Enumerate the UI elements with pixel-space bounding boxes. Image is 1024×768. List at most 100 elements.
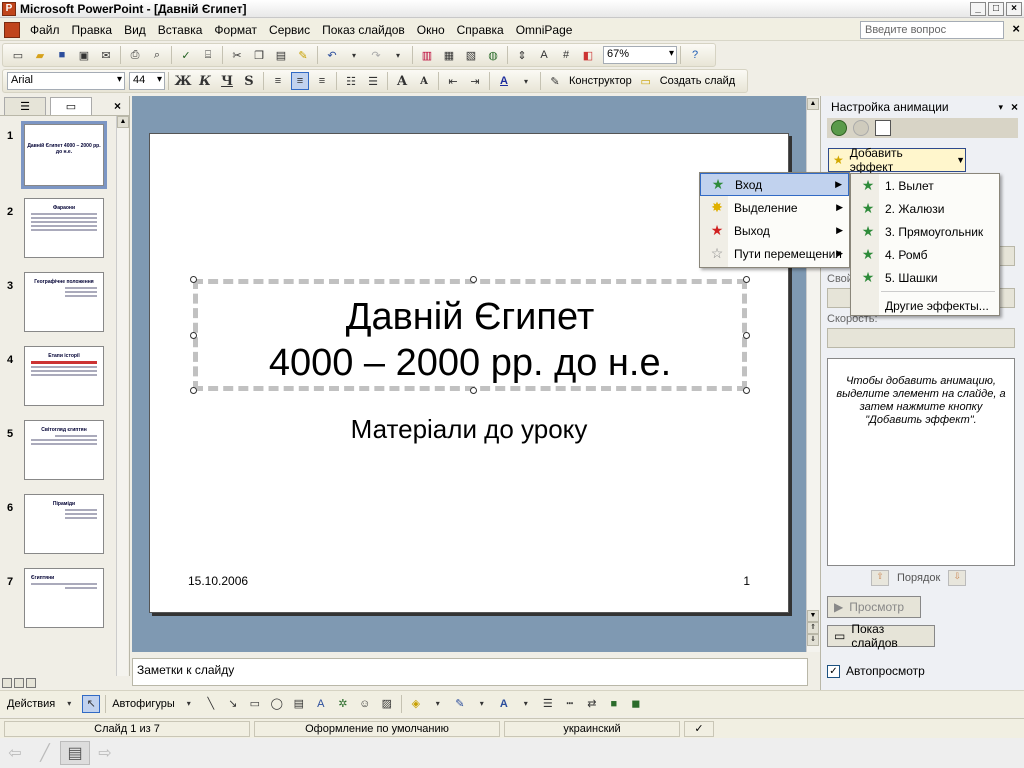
- autopreview-row[interactable]: ✓ Автопросмотр: [827, 664, 925, 678]
- preview-button[interactable]: ▶ Просмотр: [827, 596, 921, 618]
- minimize-button[interactable]: _: [970, 1, 986, 16]
- forward-arrow-icon[interactable]: ⇨: [90, 741, 120, 765]
- slideshow-button[interactable]: ▭ Показ слайдов: [827, 622, 935, 650]
- slide-sorter-view-icon[interactable]: [14, 678, 24, 688]
- slide-thumbnail[interactable]: Фараони: [24, 198, 104, 258]
- autopreview-checkbox[interactable]: ✓: [827, 664, 840, 678]
- menu-omnipage[interactable]: OmniPage: [510, 20, 579, 40]
- undo-dropdown-icon[interactable]: ▾: [345, 46, 363, 64]
- copy-icon[interactable]: ❐: [250, 46, 268, 64]
- email-icon[interactable]: ✉: [97, 46, 115, 64]
- animation-list[interactable]: Чтобы добавить анимацию, выделите элемен…: [827, 358, 1015, 566]
- resize-handle[interactable]: [470, 276, 477, 283]
- shadow-button[interactable]: S: [240, 72, 258, 90]
- menu-view[interactable]: Вид: [118, 20, 152, 40]
- spelling-status-icon[interactable]: ✓: [684, 720, 714, 737]
- slides-pane-scrollbar[interactable]: ▲: [116, 116, 129, 676]
- menu-insert[interactable]: Вставка: [152, 20, 209, 40]
- wordart-icon[interactable]: A: [312, 695, 330, 713]
- slide-menu-icon[interactable]: ▤: [60, 741, 90, 765]
- increase-font-size-button[interactable]: A: [393, 72, 411, 90]
- scroll-down-icon[interactable]: ▼: [807, 610, 819, 622]
- move-down-icon[interactable]: ⇩: [948, 570, 967, 586]
- insert-hyperlink-icon[interactable]: ◍: [484, 46, 502, 64]
- print-icon[interactable]: ⎙: [126, 46, 144, 64]
- slide-title-line-1[interactable]: Давній Єгипет: [198, 294, 742, 340]
- line-color-dropdown-icon[interactable]: ▾: [473, 695, 491, 713]
- move-up-icon[interactable]: ⇧: [871, 570, 889, 586]
- actions-menu[interactable]: Действия: [7, 698, 55, 710]
- resize-handle[interactable]: [190, 276, 197, 283]
- fill-color-dropdown-icon[interactable]: ▾: [429, 695, 447, 713]
- menu-item-entrance[interactable]: ★ Вход ▶: [700, 173, 849, 196]
- speed-select[interactable]: [827, 328, 1015, 348]
- task-pane-close-icon[interactable]: ×: [1011, 100, 1018, 114]
- menu-tools[interactable]: Сервис: [263, 20, 316, 40]
- tables-borders-icon[interactable]: ▧: [462, 46, 480, 64]
- slide-thumbnail[interactable]: Світогляд єгиптян: [24, 420, 104, 480]
- notes-pane[interactable]: Заметки к слайду: [132, 658, 808, 686]
- slide-thumbnail[interactable]: Єгиптяни: [24, 568, 104, 628]
- resize-handle[interactable]: [470, 387, 477, 394]
- menu-item-exit[interactable]: ★ Выход ▶: [700, 219, 849, 242]
- title-placeholder[interactable]: Давній Єгипет 4000 – 2000 рр. до н.е.: [190, 276, 750, 394]
- back-arrow-icon[interactable]: ⇦: [0, 741, 30, 765]
- back-icon[interactable]: [831, 120, 847, 136]
- home-icon[interactable]: [875, 120, 891, 136]
- effect-fly-in[interactable]: ★ 1. Вылет: [851, 174, 999, 197]
- print-preview-icon[interactable]: ⌕: [148, 46, 166, 64]
- menu-slideshow[interactable]: Показ слайдов: [316, 20, 411, 40]
- dash-style-icon[interactable]: ┅: [561, 695, 579, 713]
- help-icon[interactable]: ?: [686, 46, 704, 64]
- help-search-input[interactable]: Введите вопрос: [860, 21, 1004, 39]
- resize-handle[interactable]: [743, 332, 750, 339]
- effect-diamond[interactable]: ★ 4. Ромб: [851, 243, 999, 266]
- bullets-icon[interactable]: ☰: [364, 72, 382, 90]
- pen-icon[interactable]: ╱: [30, 741, 60, 765]
- font-size-select[interactable]: 44: [129, 72, 165, 90]
- maximize-button[interactable]: □: [988, 1, 1004, 16]
- slide-thumbnail[interactable]: Давній Єгипет 4000 – 2000 рр. до н.е.: [21, 121, 107, 189]
- paste-icon[interactable]: ▤: [272, 46, 290, 64]
- select-pointer-icon[interactable]: ↖: [82, 694, 101, 713]
- slide-thumbnail[interactable]: Етапи історії: [24, 346, 104, 406]
- effect-box[interactable]: ★ 3. Прямоугольник: [851, 220, 999, 243]
- slide-thumbnail[interactable]: Географічне положення: [24, 272, 104, 332]
- text-box-icon[interactable]: ▤: [290, 695, 308, 713]
- menu-edit[interactable]: Правка: [66, 20, 119, 40]
- menu-window[interactable]: Окно: [411, 20, 451, 40]
- slide-subtitle[interactable]: Матеріали до уроку: [150, 414, 788, 445]
- document-icon[interactable]: [4, 21, 20, 38]
- slide-title-line-2[interactable]: 4000 – 2000 рр. до н.е.: [198, 340, 742, 386]
- underline-button[interactable]: Ч: [218, 72, 236, 90]
- menu-help[interactable]: Справка: [451, 20, 510, 40]
- align-left-icon[interactable]: ≡: [269, 72, 287, 90]
- resize-handle[interactable]: [743, 276, 750, 283]
- show-grid-icon[interactable]: #: [557, 46, 575, 64]
- zoom-select[interactable]: 67%: [603, 46, 677, 64]
- research-icon[interactable]: ⌸: [199, 46, 217, 64]
- bold-button[interactable]: Ж: [174, 72, 192, 90]
- align-center-icon[interactable]: ≡: [291, 72, 309, 90]
- designer-icon[interactable]: ✎: [546, 72, 564, 90]
- effect-checkerboard[interactable]: ★ 5. Шашки: [851, 266, 999, 289]
- open-folder-icon[interactable]: ▰: [31, 46, 49, 64]
- decrease-indent-icon[interactable]: ⇤: [444, 72, 462, 90]
- insert-chart-icon[interactable]: ▥: [418, 46, 436, 64]
- new-slide-icon[interactable]: ▭: [637, 72, 655, 90]
- line-icon[interactable]: ╲: [202, 695, 220, 713]
- italic-button[interactable]: К: [196, 72, 214, 90]
- arrow-icon[interactable]: ↘: [224, 695, 242, 713]
- cut-icon[interactable]: ✂: [228, 46, 246, 64]
- slide-thumbnail[interactable]: Піраміди: [24, 494, 104, 554]
- numbering-icon[interactable]: ☷: [342, 72, 360, 90]
- show-formatting-icon[interactable]: A: [535, 46, 553, 64]
- close-button[interactable]: ×: [1006, 1, 1022, 16]
- tab-slides[interactable]: ▭: [50, 96, 92, 115]
- tab-outline[interactable]: ☰: [4, 96, 46, 115]
- resize-handle[interactable]: [190, 332, 197, 339]
- align-right-icon[interactable]: ≡: [313, 72, 331, 90]
- new-document-icon[interactable]: ▭: [9, 46, 27, 64]
- color-grayscale-icon[interactable]: ◧: [579, 46, 597, 64]
- picture-icon[interactable]: ▨: [378, 695, 396, 713]
